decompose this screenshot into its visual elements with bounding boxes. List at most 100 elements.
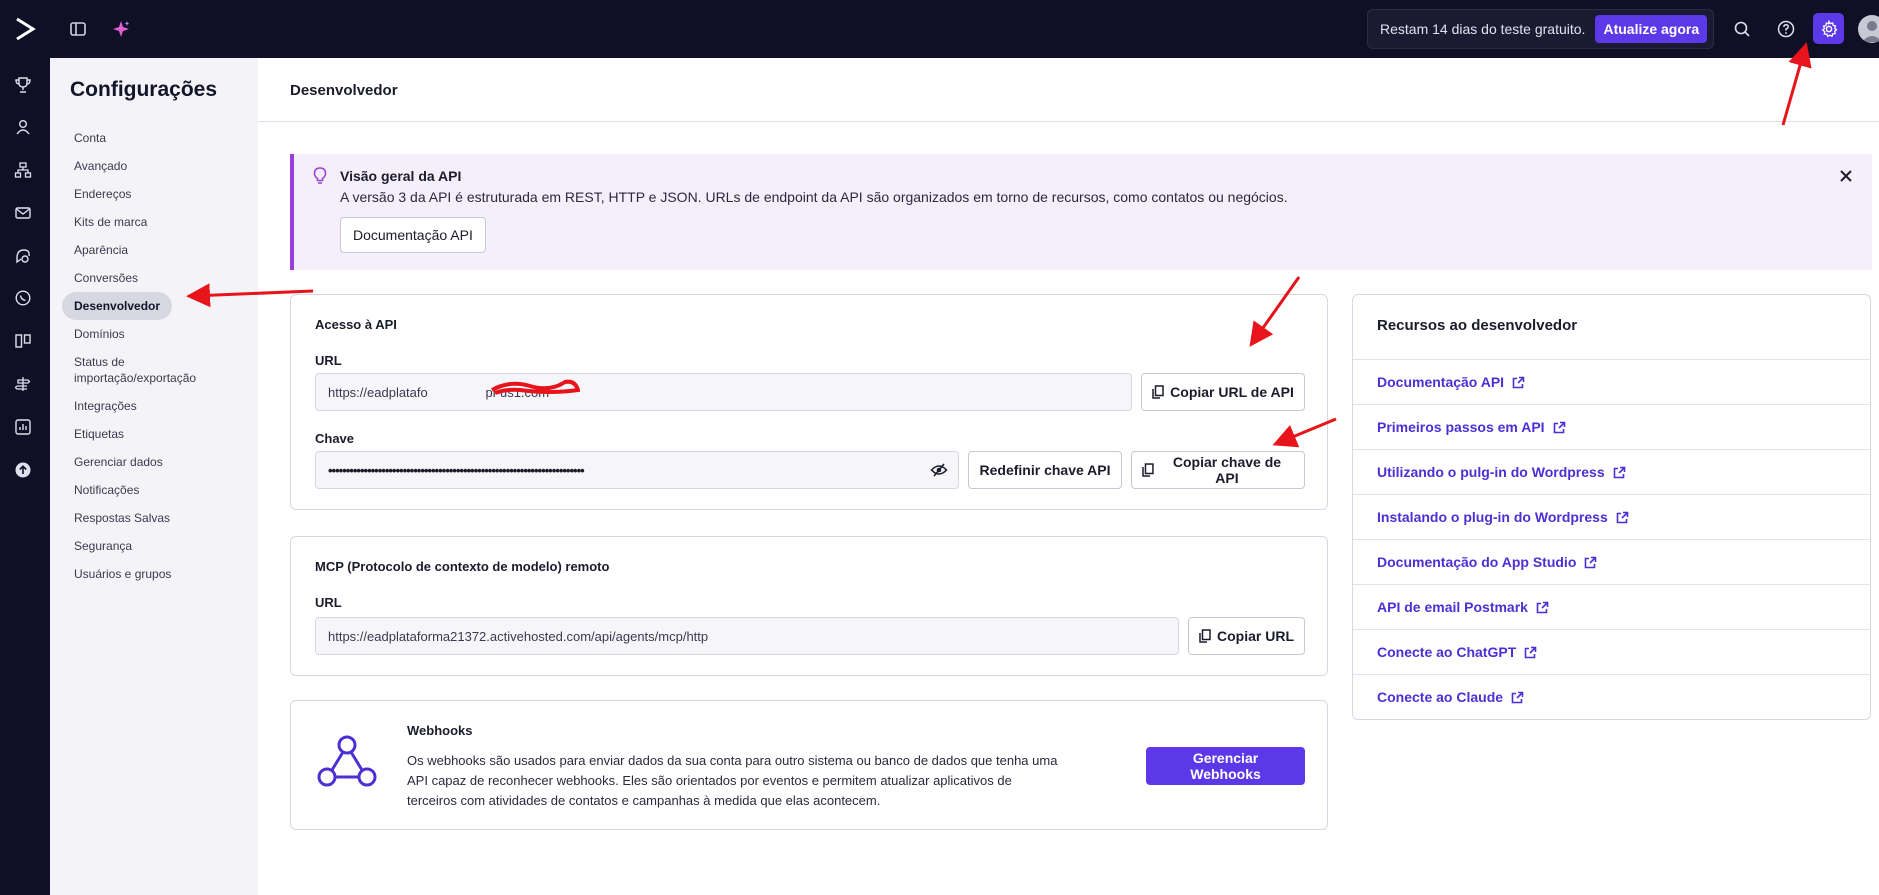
copy-icon	[1152, 385, 1164, 399]
resource-link-label: Documentação API	[1377, 374, 1505, 390]
resource-link[interactable]: Conecte ao ChatGPT	[1353, 629, 1870, 674]
search-icon[interactable]	[1730, 17, 1754, 41]
activecampaign-logo-icon[interactable]	[12, 16, 38, 42]
sidebar-title: Configurações	[70, 78, 218, 101]
webhooks-description: Os webhooks são usados para enviar dados…	[407, 751, 1057, 811]
resource-link[interactable]: Utilizando o pulg-in do Wordpress	[1353, 449, 1870, 494]
top-bar: Restam 14 dias do teste gratuito. Atuali…	[0, 0, 1879, 58]
mcp-url-field[interactable]: https://eadplataforma21372.activehosted.…	[315, 617, 1179, 655]
resource-link[interactable]: Conecte ao Claude	[1353, 674, 1870, 719]
webhook-icon	[315, 731, 379, 794]
external-link-icon	[1512, 376, 1525, 388]
resource-link[interactable]: Documentação do App Studio	[1353, 539, 1870, 584]
nav-item-respostas-salvas[interactable]: Respostas Salvas	[62, 504, 252, 532]
nav-item-desenvolvedor[interactable]: Desenvolvedor	[62, 292, 173, 320]
main-content: Desenvolvedor Visão geral da API A versã…	[258, 58, 1879, 895]
resources-list: Documentação API Primeiros passos em API…	[1353, 359, 1870, 719]
copy-api-url-button[interactable]: Copiar URL de API	[1141, 373, 1305, 411]
api-url-label: URL	[315, 353, 342, 368]
external-link-icon	[1524, 646, 1537, 658]
whatsapp-icon[interactable]	[12, 287, 34, 309]
resource-link-label: Primeiros passos em API	[1377, 419, 1545, 435]
external-link-icon	[1613, 466, 1625, 478]
reports-icon[interactable]	[12, 416, 34, 438]
nav-item-conta[interactable]: Conta	[62, 124, 252, 152]
nav-item-conversoes[interactable]: Conversões	[62, 264, 252, 292]
ai-sparkle-icon[interactable]	[109, 17, 133, 41]
copy-api-key-label: Copiar chave de API	[1172, 454, 1282, 486]
resource-link-label: Instalando o plug-in do Wordpress	[1377, 509, 1608, 525]
resource-link[interactable]: Instalando o plug-in do Wordpress	[1353, 494, 1870, 539]
copy-mcp-url-button[interactable]: Copiar URL	[1188, 617, 1305, 655]
resource-link[interactable]: Documentação API	[1353, 359, 1870, 404]
copy-api-url-label: Copiar URL de API	[1170, 384, 1294, 400]
trial-notice: Restam 14 dias do teste gratuito. Atuali…	[1367, 9, 1714, 49]
api-access-card: Acesso à API URL https://eadplatafo pi-u…	[290, 294, 1328, 510]
nav-item-dominios[interactable]: Domínios	[62, 320, 252, 348]
api-overview-banner: Visão geral da API A versão 3 da API é e…	[290, 154, 1872, 270]
user-avatar[interactable]	[1858, 15, 1879, 43]
api-key-field[interactable]: ••••••••••••••••••••••••••••••••••••••••…	[315, 451, 959, 489]
trial-text: Restam 14 dias do teste gratuito.	[1380, 21, 1586, 37]
redaction-scribble	[491, 379, 580, 395]
contacts-icon[interactable]	[12, 116, 34, 138]
banner-title: Visão geral da API	[340, 168, 462, 184]
help-icon[interactable]	[1774, 17, 1798, 41]
copy-icon	[1199, 629, 1211, 643]
copy-api-key-button[interactable]: Copiar chave de API	[1131, 451, 1305, 489]
copy-mcp-url-label: Copiar URL	[1217, 628, 1294, 644]
resource-link-label: Documentação do App Studio	[1377, 554, 1577, 570]
webhooks-text-line: Os webhooks são usados para enviar dados…	[407, 753, 1058, 768]
close-icon[interactable]	[1836, 166, 1856, 186]
settings-button[interactable]	[1813, 13, 1844, 44]
reset-api-key-button[interactable]: Redefinir chave API	[968, 451, 1122, 489]
banner-text: A versão 3 da API é estruturada em REST,…	[340, 189, 1288, 205]
deals-pipeline-icon[interactable]	[12, 330, 34, 352]
external-link-icon	[1616, 511, 1629, 523]
gear-icon	[1821, 19, 1838, 37]
settings-nav: Conta Avançado Endereços Kits de marca A…	[62, 124, 252, 588]
api-access-title: Acesso à API	[315, 317, 397, 332]
api-docs-button[interactable]: Documentação API	[340, 217, 486, 253]
nav-item-gerenciar-dados[interactable]: Gerenciar dados	[62, 448, 252, 476]
api-url-field[interactable]: https://eadplatafo pi-us1.com	[315, 373, 1132, 411]
campaigns-email-icon[interactable]	[12, 202, 34, 224]
lightbulb-icon	[312, 166, 328, 189]
resource-link-label: API de email Postmark	[1377, 599, 1528, 615]
api-key-value: ••••••••••••••••••••••••••••••••••••••••…	[328, 462, 585, 478]
title-divider	[258, 121, 1879, 122]
nav-item-kits-de-marca[interactable]: Kits de marca	[62, 208, 252, 236]
nav-item-enderecos[interactable]: Endereços	[62, 180, 252, 208]
nav-item-seguranca[interactable]: Segurança	[62, 532, 252, 560]
nav-item-etiquetas[interactable]: Etiquetas	[62, 420, 252, 448]
upgrade-button[interactable]: Atualize agora	[1595, 15, 1708, 43]
hide-key-eye-icon[interactable]	[930, 462, 948, 481]
reset-api-key-label: Redefinir chave API	[979, 462, 1111, 478]
mcp-title: MCP (Protocolo de contexto de modelo) re…	[315, 559, 610, 574]
mcp-url-label: URL	[315, 595, 342, 610]
external-link-icon	[1511, 691, 1524, 703]
nav-item-usuarios-e-grupos[interactable]: Usuários e grupos	[62, 560, 252, 588]
webhooks-card: Webhooks Os webhooks são usados para env…	[290, 700, 1328, 830]
automations-icon[interactable]	[12, 159, 34, 181]
nav-item-avancado[interactable]: Avançado	[62, 152, 252, 180]
nav-item-aparencia[interactable]: Aparência	[62, 236, 252, 264]
left-nav-rail	[0, 58, 50, 895]
mcp-url-value: https://eadplataforma21372.activehosted.…	[328, 628, 709, 644]
resources-title: Recursos ao desenvolvedor	[1377, 317, 1578, 334]
nav-item-notificacoes[interactable]: Notificações	[62, 476, 252, 504]
settings-sidebar: Configurações Conta Avançado Endereços K…	[50, 58, 258, 895]
api-key-label: Chave	[315, 431, 355, 446]
sidebar-toggle-icon[interactable]	[66, 17, 90, 41]
nav-item-status-importacao-exportacao[interactable]: Status de importação/exportação	[62, 348, 212, 392]
resource-link[interactable]: API de email Postmark	[1353, 584, 1870, 629]
conversations-icon[interactable]	[12, 245, 34, 267]
upload-icon[interactable]	[12, 459, 34, 481]
resource-link[interactable]: Primeiros passos em API	[1353, 404, 1870, 449]
site-tracking-icon[interactable]	[12, 373, 34, 395]
copy-icon	[1142, 463, 1154, 477]
trophy-icon[interactable]	[12, 74, 34, 96]
external-link-icon	[1585, 556, 1597, 568]
manage-webhooks-button[interactable]: Gerenciar Webhooks	[1146, 747, 1305, 785]
nav-item-integracoes[interactable]: Integrações	[62, 392, 252, 420]
